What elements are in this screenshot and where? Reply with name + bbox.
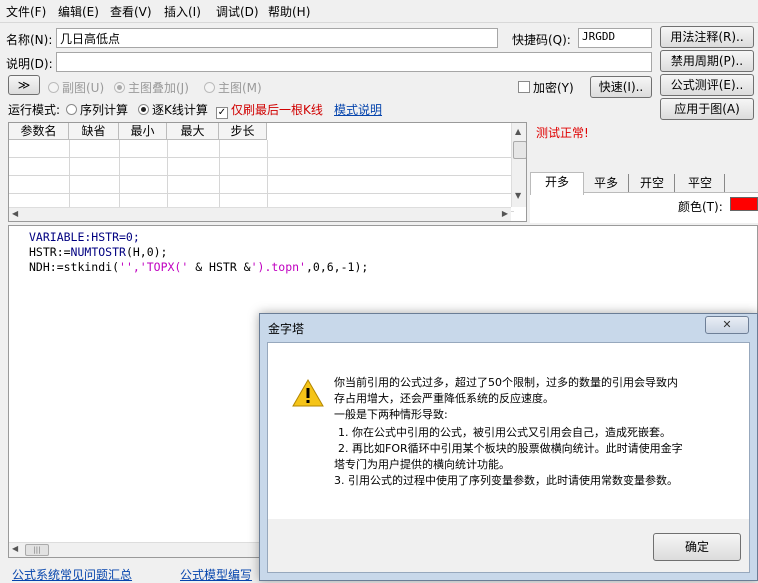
usage-notes-button[interactable]: 用法注释(R).. [660,26,754,48]
mode-main-label: 主图(M) [218,81,262,95]
warning-icon [292,379,324,407]
scroll-thumb[interactable] [513,141,526,159]
radio-icon [114,82,125,93]
menu-help[interactable]: 帮助(H) [268,3,310,20]
run-mode-kline-radio[interactable]: 逐K线计算 [138,101,208,118]
table-row[interactable] [9,140,514,158]
menubar: 文件(F) 编辑(E) 查看(V) 插入(I) 调试(D) 帮助(H) [0,0,758,23]
menu-insert[interactable]: 插入(I) [164,3,201,20]
dialog-message-line: 一般是下两种情形导致: [334,408,448,421]
column-divider [219,140,220,210]
code-token: ,0,6,-1); [305,260,369,274]
column-divider [119,140,120,210]
forbid-period-button[interactable]: 禁用周期(P).. [660,50,754,72]
dialog-message-line: 你当前引用的公式过多，超过了50个限制，过多的数量的引用会导致内 [334,376,678,389]
param-header-step: 步长 [219,123,267,140]
menu-edit[interactable]: 编辑(E) [58,3,99,20]
code-token: & HSTR & [195,260,251,274]
param-hscrollbar[interactable]: ◀ ▶ [9,207,511,221]
checkbox-icon [518,81,530,93]
run-mode-serial-radio[interactable]: 序列计算 [66,101,128,118]
mode-overlay-label: 主图叠加(J) [128,81,189,95]
code-line: VARIABLE:HSTR=0; [29,230,140,244]
radio-icon [66,104,77,115]
code-function: NUMTOSTR [70,245,126,259]
code-string: 'TOPX(' [139,260,189,274]
quick-button[interactable]: 快速(I).. [590,76,652,98]
tab-close-long[interactable]: 平多 [584,174,629,192]
param-header-name: 参数名 [9,123,69,140]
scroll-down-icon[interactable]: ▼ [515,191,521,200]
dialog-title: 金字塔 [268,322,305,336]
name-label: 名称(N): [6,33,53,47]
run-mode-kline-label: 逐K线计算 [152,103,208,117]
name-field[interactable]: 几日高低点 [56,28,498,48]
scroll-left-icon[interactable]: ◀ [12,209,18,218]
scroll-right-icon[interactable]: ▶ [502,209,508,218]
tab-open-long[interactable]: 开多 [530,172,584,195]
column-divider [267,140,268,210]
radio-icon [204,82,215,93]
expand-button[interactable]: ≫ [8,75,40,95]
encrypt-checkbox[interactable]: 加密(Y) [518,79,574,96]
table-row[interactable] [9,158,514,176]
param-header-default: 缺省 [69,123,119,140]
table-row[interactable] [9,176,514,194]
dialog-message-line: 1. 你在公式中引用的公式，被引用公式又引用会自己，造成死嵌套。 [338,426,671,439]
faq-link[interactable]: 公式系统常见问题汇总 [12,566,132,583]
code-token: NDH:=stkindi( [29,260,120,274]
mode-overlay-radio: 主图叠加(J) [114,79,189,96]
dialog-message-line: 存占用增大，还会严重降低系统的反应速度。 [334,392,554,405]
code-line: NDH:=stkindi('','TOPX(' & HSTR &').topn'… [29,260,368,274]
formula-model-link[interactable]: 公式模型编写 [180,566,252,583]
scroll-left-icon[interactable]: ◀ [12,544,18,553]
mode-sub-label: 副图(U) [62,81,105,95]
apply-to-chart-button[interactable]: 应用于图(A) [660,98,754,120]
scroll-thumb[interactable]: ||| [25,544,49,556]
param-vscrollbar[interactable]: ▲ ▼ [511,123,526,207]
close-icon[interactable]: ✕ [705,316,749,334]
param-table[interactable]: 参数名 缺省 最小 最大 步长 ▲ ▼ ◀ ▶ [8,122,527,222]
shortcode-label: 快捷码(Q): [512,33,571,47]
formula-eval-button[interactable]: 公式测评(E).. [660,74,754,96]
menu-debug[interactable]: 调试(D) [216,3,259,20]
tab-close-short[interactable]: 平空 [676,174,725,192]
mode-sub-radio: 副图(U) [48,79,104,96]
ok-button[interactable]: 确定 [653,533,741,561]
only-last-checkbox[interactable]: ✓ 仅刷最后一根K线 [216,101,323,119]
signal-tab-panel [530,192,758,223]
dialog-message-line: 2. 再比如FOR循环中引用某个板块的股票做横向统计。此时请使用金字 [338,442,683,455]
column-divider [167,140,168,210]
only-last-label: 仅刷最后一根K线 [231,103,323,117]
menu-file[interactable]: 文件(F) [6,3,46,20]
warning-dialog: 金字塔 ✕ 你当前引用的公式过多，超过了50个限制，过多的数量的引用会导致内 存… [259,313,758,581]
tab-open-short[interactable]: 开空 [630,174,675,192]
menu-view[interactable]: 查看(V) [110,3,152,20]
dialog-message-area: 你当前引用的公式过多，超过了50个限制，过多的数量的引用会导致内 存占用增大，还… [268,343,749,519]
shortcode-field[interactable]: JRGDD [578,28,652,48]
encrypt-label: 加密(Y) [533,81,574,95]
radio-icon [48,82,59,93]
mode-main-radio: 主图(M) [204,79,262,96]
color-label: 颜色(T): [678,200,723,214]
desc-field[interactable] [56,52,652,72]
dialog-message-line: 塔专门为用户提供的横向统计功能。 [334,458,510,471]
dialog-message-line: 3. 引用公式的过程中使用了序列变量参数，此时请使用常数变量参数。 [334,474,678,487]
color-swatch[interactable] [730,197,758,211]
mode-help-link[interactable]: 模式说明 [334,101,382,118]
scroll-up-icon[interactable]: ▲ [515,127,521,136]
desc-label: 说明(D): [6,57,53,71]
param-header-min: 最小 [119,123,167,140]
radio-icon [138,104,149,115]
column-divider [69,140,70,210]
dialog-body: 你当前引用的公式过多，超过了50个限制，过多的数量的引用会导致内 存占用增大，还… [267,342,750,573]
code-string: '', [119,260,140,274]
param-header-max: 最大 [167,123,219,140]
run-mode-label: 运行模式: [8,103,61,117]
checkmark-icon: ✓ [216,107,228,119]
test-status: 测试正常! [536,126,589,140]
code-string: ').topn' [250,260,306,274]
run-mode-serial-label: 序列计算 [80,103,129,117]
code-line: HSTR:=NUMTOSTR(H,0); [29,245,168,259]
